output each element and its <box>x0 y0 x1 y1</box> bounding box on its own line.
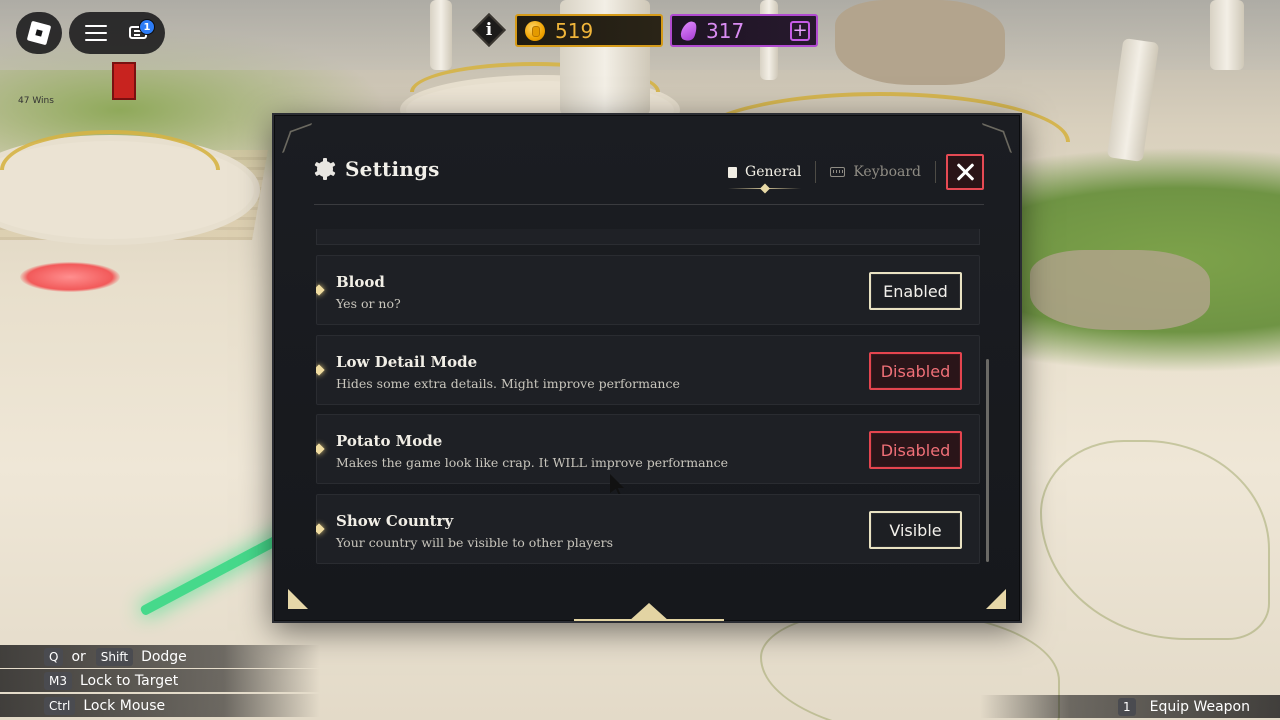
key-m3: M3 <box>44 671 72 690</box>
setting-name: Blood <box>336 273 385 291</box>
settings-scrollbar[interactable] <box>986 359 989 562</box>
setting-row-low-detail-mode: Low Detail Mode Hides some extra details… <box>316 335 980 405</box>
top-bar-menu-group: 1 <box>69 12 165 54</box>
bottom-ornament <box>574 599 724 621</box>
key-shift: Shift <box>95 647 134 666</box>
wins-counter: 47 Wins <box>18 96 54 106</box>
setting-name: Potato Mode <box>336 432 443 450</box>
mouse-cursor-icon <box>610 474 624 496</box>
coins-display: 519 <box>515 14 663 47</box>
tab-general[interactable]: General <box>718 154 811 194</box>
setting-description: Your country will be visible to other pl… <box>336 535 614 550</box>
roblox-logo-icon <box>26 20 52 46</box>
settings-list: Blood Yes or no? Enabled Low Detail Mode… <box>316 229 980 565</box>
chat-icon[interactable]: 1 <box>127 19 155 44</box>
keybind-equip-weapon: 1 Equip Weapon <box>980 695 1280 718</box>
key-ctrl: Ctrl <box>44 696 76 715</box>
diamond-bullet-icon <box>316 284 325 296</box>
diamond-bullet-icon <box>316 443 325 455</box>
coins-amount: 519 <box>555 18 594 43</box>
diamond-bullet-icon <box>316 523 325 535</box>
header-divider <box>314 204 984 205</box>
key-1: 1 <box>1117 697 1136 716</box>
tab-keyboard-label: Keyboard <box>853 164 921 180</box>
notification-badge: 1 <box>139 19 155 35</box>
setting-description: Hides some extra details. Might improve … <box>336 376 680 391</box>
active-tab-indicator <box>759 183 770 194</box>
setting-name: Show Country <box>336 512 454 530</box>
keybind-action: Equip Weapon <box>1149 698 1250 715</box>
diamond-bullet-icon <box>316 364 325 376</box>
info-button[interactable]: i <box>472 13 506 47</box>
gems-display: 317 + <box>670 14 818 47</box>
keybind-lock-mouse: Ctrl Lock Mouse <box>0 694 320 717</box>
hamburger-menu-icon[interactable] <box>85 25 107 41</box>
key-q: Q <box>44 647 64 666</box>
keybind-action: Lock Mouse <box>83 697 166 714</box>
setting-row-potato-mode: Potato Mode Makes the game look like cra… <box>316 414 980 484</box>
roblox-menu-button[interactable] <box>16 12 62 54</box>
settings-modal: Settings General Keyboard Blood Yes or n… <box>272 113 1022 623</box>
keybind-lock-target: M3 Lock to Target <box>0 669 320 692</box>
show-country-toggle-button[interactable]: Visible <box>869 511 962 549</box>
potato-mode-toggle-button[interactable]: Disabled <box>869 431 962 469</box>
book-icon <box>728 166 738 178</box>
keybind-or: or <box>71 648 86 665</box>
setting-description: Yes or no? <box>336 296 401 311</box>
blood-toggle-button[interactable]: Enabled <box>869 272 962 310</box>
settings-header: Settings <box>314 157 440 181</box>
setting-description: Makes the game look like crap. It WILL i… <box>336 455 728 470</box>
settings-title: Settings <box>345 157 440 181</box>
coin-icon <box>525 20 545 41</box>
buy-gems-button[interactable]: + <box>790 21 810 41</box>
keybind-dodge: Q or Shift Dodge <box>0 645 320 668</box>
keybind-action: Dodge <box>141 648 187 665</box>
gear-icon <box>314 158 336 180</box>
close-icon <box>956 163 974 181</box>
setting-row-show-country: Show Country Your country will be visibl… <box>316 494 980 564</box>
setting-row-blood: Blood Yes or no? Enabled <box>316 255 980 325</box>
keybind-action: Lock to Target <box>80 672 179 689</box>
gems-amount: 317 <box>706 18 745 43</box>
settings-tabs: General Keyboard <box>718 154 984 194</box>
gem-icon <box>679 18 699 43</box>
tab-general-label: General <box>745 164 802 180</box>
keyboard-icon <box>830 167 846 177</box>
low-detail-mode-toggle-button[interactable]: Disabled <box>869 352 962 390</box>
setting-row-partial <box>316 229 980 245</box>
tab-keyboard[interactable]: Keyboard <box>820 154 931 190</box>
setting-name: Low Detail Mode <box>336 353 478 371</box>
close-button[interactable] <box>946 154 984 190</box>
info-icon-label: i <box>485 20 493 40</box>
